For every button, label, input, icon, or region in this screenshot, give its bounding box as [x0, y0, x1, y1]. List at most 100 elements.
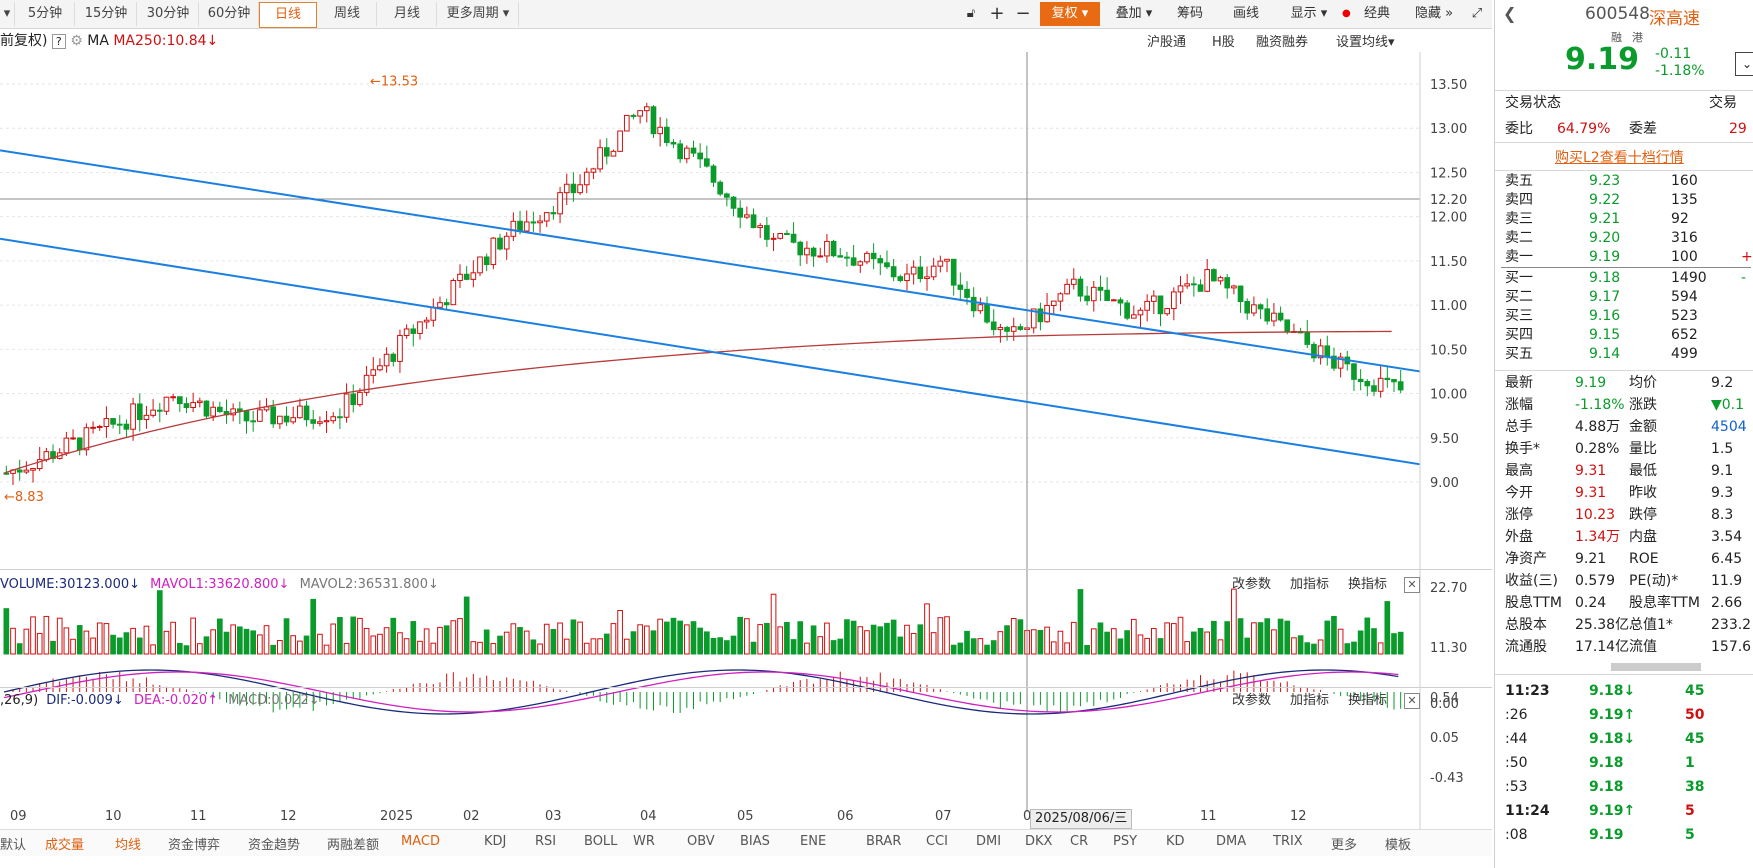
vol-add-indicator[interactable]: 加指标: [1290, 574, 1329, 596]
indicator-tab[interactable]: 均线: [115, 834, 141, 853]
period-weekly[interactable]: 周线: [318, 2, 377, 26]
h-share-link[interactable]: H股: [1212, 32, 1235, 54]
vol-switch-indicator[interactable]: 换指标: [1348, 574, 1387, 596]
ma-settings-link[interactable]: 设置均线▾: [1336, 32, 1395, 54]
hide-button[interactable]: 隐藏 »: [1408, 2, 1460, 26]
classic-button[interactable]: 经典: [1352, 2, 1402, 26]
indicator-tab[interactable]: 资金博弈: [168, 834, 220, 853]
candle-body: [1097, 286, 1104, 291]
macd-switch-indicator[interactable]: 换指标: [1348, 690, 1387, 712]
period-15min[interactable]: 15分钟: [76, 2, 137, 26]
indicator-tab[interactable]: 成交量: [45, 834, 84, 853]
tick-volume: 50: [1685, 707, 1705, 723]
stat-value2: 6.45: [1711, 551, 1743, 567]
margin-link[interactable]: 融资融券: [1256, 32, 1308, 54]
indicator-tab[interactable]: 资金趋势: [248, 834, 300, 853]
indicator-tab[interactable]: KD: [1166, 834, 1185, 849]
candle-body: [176, 396, 183, 405]
volume-bar: [730, 635, 737, 655]
hk-connect-link[interactable]: 沪股通: [1147, 32, 1186, 54]
panel-collapse-icon[interactable]: ❮: [1503, 4, 1516, 23]
order-price: 9.21: [1589, 211, 1621, 227]
candle-body: [910, 266, 917, 275]
zoom-out-icon[interactable]: −: [1012, 2, 1034, 26]
indicator-tab[interactable]: WR: [633, 834, 655, 849]
volume-bar: [123, 632, 130, 655]
indicator-tab[interactable]: 两融差额: [327, 834, 379, 853]
adjust-label: 复权: [1051, 6, 1078, 21]
volume-bar: [1077, 589, 1084, 655]
volume-bar: [804, 642, 810, 655]
volume-bar: [884, 622, 890, 655]
zoom-in-icon[interactable]: +: [986, 2, 1008, 26]
gear-icon[interactable]: ⚙: [70, 33, 83, 49]
vol-edit-params[interactable]: 改参数: [1232, 574, 1271, 596]
macd-close-icon[interactable]: ✕: [1404, 693, 1420, 709]
indicator-tab[interactable]: OBV: [687, 834, 715, 849]
indicator-tab[interactable]: DMI: [976, 834, 1001, 849]
panel-menu-icon[interactable]: ⌄: [1735, 52, 1753, 76]
indicator-tab[interactable]: DKX: [1025, 834, 1052, 849]
overlay-button[interactable]: 叠加 ▾: [1106, 2, 1162, 26]
volume-bar: [210, 629, 216, 655]
indicator-tab[interactable]: 默认: [0, 834, 26, 853]
indicator-tab[interactable]: MACD: [401, 834, 440, 849]
price-tick-label: 10.00: [1430, 388, 1467, 403]
stat-row: 涨幅 -1.18% 涨跌 ▼0.1: [1505, 394, 1753, 416]
indicator-tab[interactable]: BIAS: [740, 834, 770, 849]
vol-close-icon[interactable]: ✕: [1404, 577, 1420, 593]
order-volume: 316: [1671, 230, 1698, 246]
volume-bar: [1237, 618, 1244, 655]
indicator-tab[interactable]: BRAR: [866, 834, 901, 849]
period-30min[interactable]: 30分钟: [138, 2, 199, 26]
indicator-tab[interactable]: DMA: [1216, 834, 1246, 849]
volume-bar: [603, 633, 610, 655]
indicator-tab[interactable]: 更多: [1331, 834, 1357, 853]
indicator-tab[interactable]: TRIX: [1273, 834, 1303, 849]
candle-body: [377, 365, 383, 371]
period-monthly[interactable]: 月线: [378, 2, 437, 26]
indicator-tab[interactable]: KDJ: [484, 834, 506, 849]
indicator-tab[interactable]: PSY: [1113, 834, 1137, 849]
stat-value: 0.28%: [1575, 441, 1620, 457]
candle-body: [1204, 269, 1211, 292]
panel-scroll-handle[interactable]: [1611, 663, 1701, 671]
help-icon[interactable]: ?: [51, 34, 66, 49]
candle-body: [490, 237, 497, 266]
indicator-tab[interactable]: BOLL: [584, 834, 617, 849]
tick-price: 9.19↑: [1589, 707, 1636, 723]
volume-bar: [543, 623, 550, 655]
chips-button[interactable]: 筹码: [1168, 2, 1212, 26]
candle-body: [1251, 304, 1257, 314]
dea-value: DEA:-0.020↑: [133, 693, 219, 708]
indicator-tab[interactable]: RSI: [535, 834, 556, 849]
volume-bar: [1251, 622, 1257, 655]
volume-bar: [857, 626, 864, 655]
fullscreen-icon[interactable]: ⤢: [1466, 2, 1488, 26]
macd-edit-params[interactable]: 改参数: [1232, 690, 1271, 712]
indicator-tab[interactable]: CR: [1070, 834, 1088, 849]
period-5min[interactable]: 5分钟: [16, 2, 75, 26]
period-daily[interactable]: 日线: [259, 2, 317, 28]
l2-promo-link[interactable]: 购买L2查看十档行情: [1555, 147, 1684, 167]
volume-bar: [683, 624, 690, 655]
indicator-tab[interactable]: CCI: [926, 834, 948, 849]
volume-bar: [717, 637, 724, 655]
kline-chart[interactable]: ←8.83 ←13.53 13.50 13.00 12.50 12.20 12.00 11.…: [0, 52, 1492, 829]
trade-status-row: 交易状态 交易: [1505, 92, 1753, 114]
candle-body: [1010, 326, 1017, 332]
period-more[interactable]: 更多周期 ▾: [438, 2, 519, 26]
draw-button[interactable]: 画线: [1224, 2, 1268, 26]
adjust-button[interactable]: 复权 ▾: [1040, 2, 1100, 26]
macd-add-indicator[interactable]: 加指标: [1290, 690, 1329, 712]
chevron-down-icon[interactable]: ▾: [0, 2, 15, 26]
period-60min[interactable]: 60分钟: [200, 2, 259, 26]
volume-bar: [63, 627, 70, 655]
candle-body: [70, 437, 76, 440]
indicator-tab[interactable]: 模板: [1385, 834, 1411, 853]
display-button[interactable]: 显示 ▾: [1280, 2, 1338, 26]
volume-bar: [1264, 618, 1271, 655]
candle-body: [116, 423, 123, 426]
lock-icon[interactable]: 🔓︎: [960, 2, 982, 26]
indicator-tab[interactable]: ENE: [800, 834, 826, 849]
